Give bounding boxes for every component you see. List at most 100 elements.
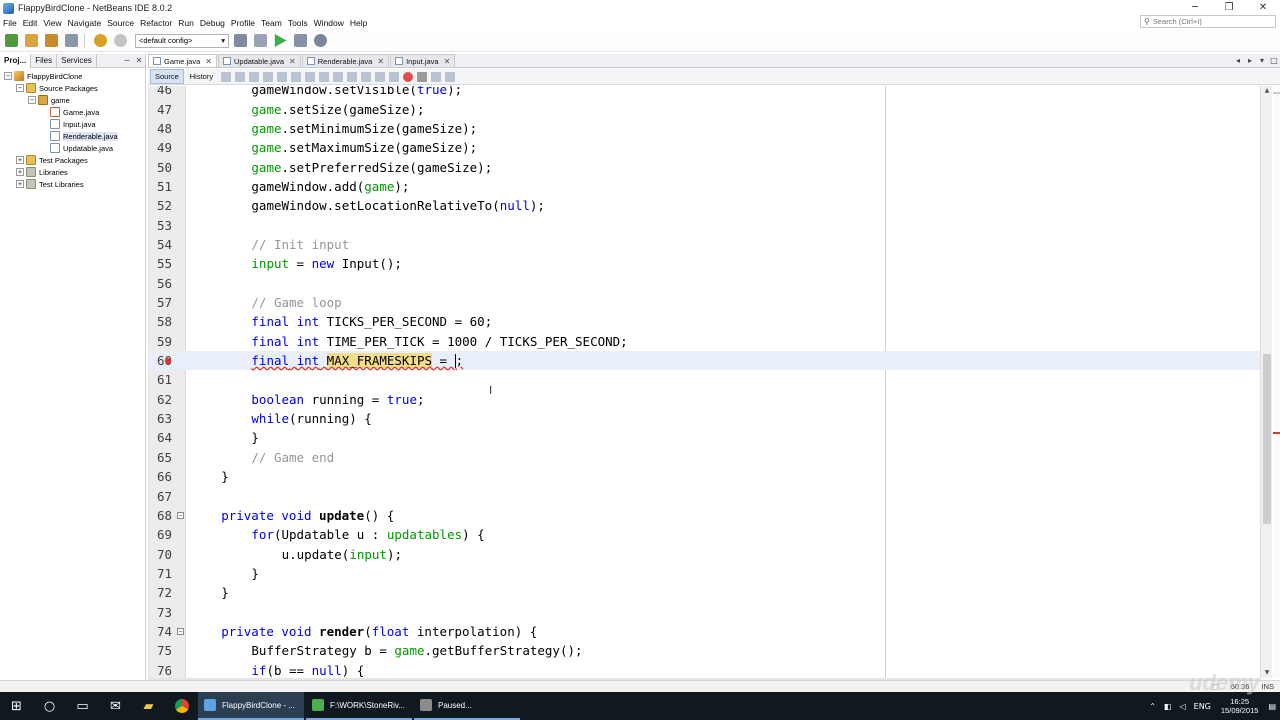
scroll-tabs-left-icon[interactable]: ◂ — [1232, 56, 1244, 65]
task-view-icon[interactable]: ▭ — [66, 692, 99, 720]
network-icon[interactable]: ◧ — [1164, 702, 1172, 711]
uncomment-icon[interactable] — [445, 71, 456, 82]
fold-toggle-icon[interactable]: − — [177, 627, 184, 635]
toggle-selection-icon[interactable] — [319, 71, 330, 82]
chrome-icon[interactable] — [165, 692, 198, 720]
error-stripe[interactable] — [1273, 86, 1280, 678]
scroll-down-icon[interactable]: ▼ — [1261, 668, 1273, 678]
history-view-tab[interactable]: History — [186, 70, 217, 83]
code-line[interactable]: 57 // Game loop — [148, 293, 1260, 312]
close-tab-icon[interactable]: ✕ — [289, 57, 296, 66]
search-input[interactable] — [1152, 17, 1263, 26]
close-tab-icon[interactable]: ✕ — [205, 57, 212, 66]
code-line[interactable]: 63 while(running) { — [148, 409, 1260, 428]
tab-files[interactable]: Files — [31, 54, 58, 68]
find-next-icon[interactable] — [291, 71, 302, 82]
code-line[interactable]: 68− private void update() { — [148, 506, 1260, 525]
menu-help[interactable]: Help — [347, 18, 370, 28]
expand-icon[interactable]: + — [16, 156, 24, 164]
menu-source[interactable]: Source — [104, 18, 137, 28]
toggle-highlight-icon[interactable] — [305, 71, 316, 82]
scroll-up-icon[interactable]: ▲ — [1261, 86, 1273, 96]
code-line[interactable]: 72} — [148, 583, 1260, 602]
taskbar-explorer[interactable]: F:\WORK\StoneRiv... — [306, 692, 412, 720]
code-line[interactable]: 50 game.setPreferredSize(gameSize); — [148, 157, 1260, 176]
menu-file[interactable]: File — [0, 18, 20, 28]
error-stripe-marker[interactable] — [1273, 432, 1280, 434]
start-macro-icon[interactable] — [403, 71, 414, 82]
minimize-panel-icon[interactable]: ─ — [121, 54, 133, 67]
code-line[interactable]: 69 for(Updatable u : updatables) { — [148, 525, 1260, 544]
code-line[interactable]: 66} — [148, 467, 1260, 486]
debug-button[interactable] — [291, 32, 309, 50]
code-line[interactable]: 64} — [148, 428, 1260, 447]
code-line[interactable]: 75 BufferStrategy b = game.getBufferStrat… — [148, 641, 1260, 660]
comment-icon[interactable] — [431, 71, 442, 82]
menu-profile[interactable]: Profile — [228, 18, 258, 28]
stop-macro-icon[interactable] — [417, 71, 428, 82]
clean-build-button[interactable] — [251, 32, 269, 50]
code-line[interactable]: 53 — [148, 215, 1260, 234]
code-line[interactable]: 58 final int TICKS_PER_SECOND = 60; — [148, 312, 1260, 331]
run-button[interactable] — [271, 32, 289, 50]
tree-item[interactable]: + Libraries — [0, 166, 145, 178]
expand-icon[interactable]: + — [16, 168, 24, 176]
notification-center-icon[interactable]: ▤ — [1268, 702, 1276, 711]
code-editor[interactable]: I 46 gameWindow.setVisible(true); 47 game.s… — [148, 86, 1260, 678]
code-line[interactable]: 61 — [148, 370, 1260, 389]
close-button[interactable]: ✕ — [1246, 0, 1280, 16]
close-panel-icon[interactable]: ✕ — [133, 54, 145, 67]
tree-item[interactable]: + Test Libraries — [0, 178, 145, 190]
tree-item[interactable]: Input.java — [0, 118, 145, 130]
code-line[interactable]: 60final int MAX_FRAMESKIPS = ; — [148, 350, 1260, 371]
menu-refactor[interactable]: Refactor — [137, 18, 175, 28]
code-line[interactable]: 54 // Init input — [148, 235, 1260, 254]
build-button[interactable] — [231, 32, 249, 50]
menu-view[interactable]: View — [40, 18, 64, 28]
tab-game-java[interactable]: Game.java ✕ — [148, 54, 217, 67]
menu-team[interactable]: Team — [258, 18, 285, 28]
menu-edit[interactable]: Edit — [20, 18, 41, 28]
taskbar-netbeans[interactable]: FlappyBirdClone - ... — [198, 692, 304, 720]
tree-item[interactable]: Renderable.java — [0, 130, 145, 142]
scrollbar-thumb[interactable] — [1263, 354, 1271, 524]
redo-button[interactable] — [111, 32, 129, 50]
open-project-button[interactable] — [42, 32, 60, 50]
tree-item[interactable]: Updatable.java — [0, 142, 145, 154]
language-indicator[interactable]: ENG — [1194, 702, 1211, 711]
tab-renderable-java[interactable]: Renderable.java ✕ — [301, 54, 390, 67]
tab-services[interactable]: Services — [57, 54, 97, 68]
collapse-icon[interactable]: − — [28, 96, 36, 104]
code-line[interactable]: 62 boolean running = true; — [148, 390, 1260, 409]
collapse-icon[interactable]: − — [16, 84, 24, 92]
tree-item[interactable]: − Source Packages — [0, 82, 145, 94]
tab-updatable-java[interactable]: Updatable.java ✕ — [217, 54, 301, 67]
tab-input-java[interactable]: Input.java ✕ — [390, 54, 456, 67]
maximize-button[interactable]: ❐ — [1212, 0, 1246, 16]
undo-button[interactable] — [91, 32, 109, 50]
menu-run[interactable]: Run — [175, 18, 197, 28]
code-line[interactable]: 49 game.setMaximumSize(gameSize); — [148, 138, 1260, 157]
expand-icon[interactable]: + — [16, 180, 24, 188]
menu-tools[interactable]: Tools — [285, 18, 311, 28]
find-icon[interactable] — [263, 71, 274, 82]
close-tab-icon[interactable]: ✕ — [444, 57, 451, 66]
code-line[interactable]: 73 — [148, 602, 1260, 621]
clock[interactable]: 16:25 15/09/2015 — [1221, 697, 1259, 715]
profile-button[interactable] — [311, 32, 329, 50]
error-icon[interactable] — [165, 357, 171, 364]
collapse-icon[interactable]: − — [4, 72, 12, 80]
scroll-tabs-right-icon[interactable]: ▸ — [1244, 56, 1256, 65]
tree-item[interactable]: Game.java — [0, 106, 145, 118]
code-line[interactable]: 74− private void render(float interpolati… — [148, 622, 1260, 641]
save-all-button[interactable] — [62, 32, 80, 50]
close-tab-icon[interactable]: ✕ — [377, 57, 384, 66]
volume-icon[interactable]: ◁ — [1179, 702, 1185, 711]
new-file-button[interactable] — [2, 32, 20, 50]
last-edit-icon[interactable] — [221, 71, 232, 82]
code-line[interactable]: 65 // Game end — [148, 448, 1260, 467]
shift-right-icon[interactable] — [389, 71, 400, 82]
mail-icon[interactable]: ✉ — [99, 692, 132, 720]
fold-toggle-icon[interactable]: − — [177, 511, 184, 519]
shift-left-icon[interactable] — [375, 71, 386, 82]
